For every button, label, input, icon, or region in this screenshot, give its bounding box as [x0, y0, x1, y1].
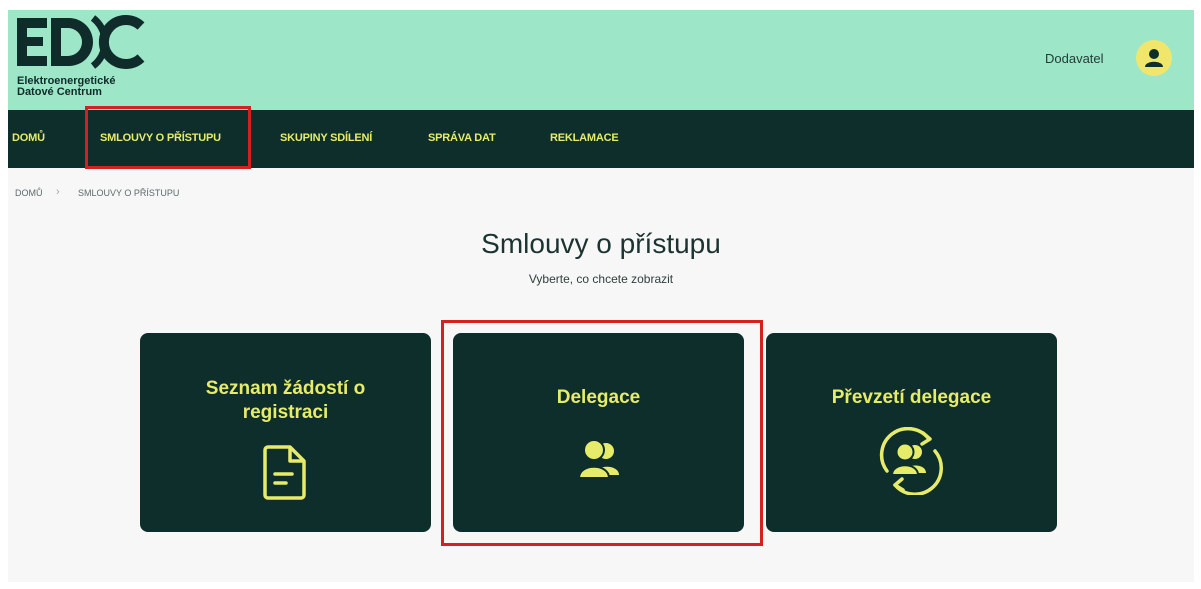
nav-active-highlight — [85, 106, 251, 169]
card-delegation-takeover[interactable]: Převzetí delegace — [766, 333, 1057, 532]
user-icon — [1145, 49, 1163, 67]
users-transfer-icon — [879, 427, 943, 495]
nav-item-sharing-groups[interactable]: SKUPINY SDÍLENÍ — [280, 132, 372, 144]
card-highlight-box — [441, 320, 763, 546]
page-title: Smlouvy o přístupu — [481, 228, 721, 259]
nav-item-complaints[interactable]: REKLAMACE — [550, 132, 619, 144]
breadcrumb-current: SMLOUVY O PŘÍSTUPU — [78, 188, 180, 198]
header: Elektroenergetické Datové Centrum Dodava… — [8, 10, 1194, 110]
logo-text-line2: Datové Centrum — [17, 86, 102, 98]
main-nav: DOMŮ SMLOUVY O PŘÍSTUPU SKUPINY SDÍLENÍ … — [8, 106, 1194, 169]
card-registration-requests[interactable]: Seznam žádostí o registraci — [140, 333, 431, 532]
edc-logo-mark — [17, 15, 145, 69]
card-title: Převzetí delegace — [831, 387, 992, 408]
document-icon — [263, 445, 306, 500]
page-subtitle: Vyberte, co chcete zobrazit — [528, 272, 674, 286]
logo[interactable]: Elektroenergetické Datové Centrum — [13, 12, 153, 102]
nav-item-home[interactable]: DOMŮ — [12, 132, 45, 144]
card-title-line2: registraci — [242, 402, 329, 423]
breadcrumb-home[interactable]: DOMŮ — [15, 188, 43, 198]
app-frame: Elektroenergetické Datové Centrum Dodava… — [8, 10, 1194, 582]
chevron-right-icon: › — [56, 186, 60, 198]
nav-item-data-management[interactable]: SPRÁVA DAT — [428, 132, 496, 144]
card-title-line1: Seznam žádostí o — [205, 378, 366, 399]
user-avatar-button[interactable] — [1136, 40, 1172, 76]
user-role-label[interactable]: Dodavatel — [1045, 51, 1104, 66]
